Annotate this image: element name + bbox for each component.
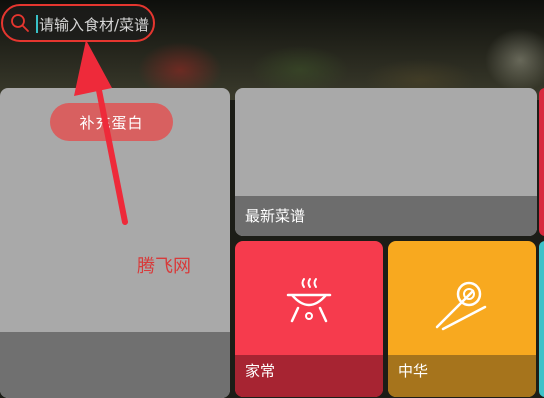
promo-tag-button[interactable]: 补充蛋白 bbox=[50, 103, 173, 141]
noodles-icon bbox=[435, 281, 487, 331]
latest-recipes-tile[interactable]: 最新菜谱 bbox=[235, 88, 537, 236]
search-bar[interactable]: 请输入食材/菜谱 bbox=[1, 4, 155, 42]
chinese-cuisine-label: 中华 bbox=[398, 362, 429, 380]
featured-tile-footer bbox=[0, 332, 230, 398]
search-icon bbox=[11, 14, 29, 32]
next-tile-edge-bottom[interactable] bbox=[539, 241, 544, 397]
home-cooking-tile[interactable]: 家常 bbox=[235, 241, 383, 397]
next-tile-edge-top[interactable] bbox=[539, 88, 544, 236]
grill-icon bbox=[286, 278, 332, 323]
text-cursor bbox=[36, 15, 38, 33]
search-placeholder: 请输入食材/菜谱 bbox=[39, 16, 150, 34]
chinese-cuisine-tile[interactable]: 中华 bbox=[388, 241, 536, 397]
watermark-text: 腾飞网 bbox=[137, 256, 191, 277]
home-cooking-label: 家常 bbox=[245, 362, 276, 380]
latest-recipes-label: 最新菜谱 bbox=[245, 207, 306, 225]
